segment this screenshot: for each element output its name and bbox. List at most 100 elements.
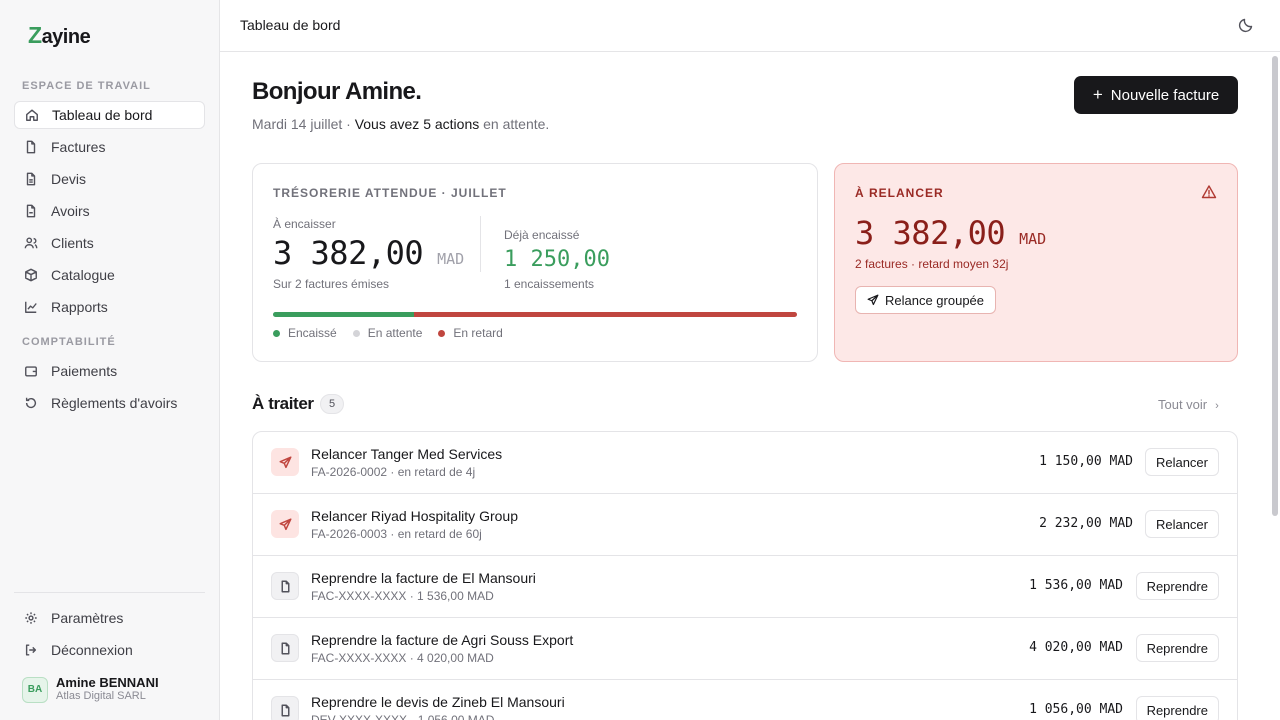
legend-item-encaisse: Encaissé [273,326,337,340]
to-collect-value: 3 382,00 [273,234,424,272]
app-logo[interactable]: Zayine [28,22,91,49]
progress-paid [273,312,415,317]
send-icon [271,510,299,538]
user-name: Amine BENNANI [56,675,159,690]
sidebar-item-label: Paiements [51,363,118,379]
row-amount: 2 232,00 MAD [1039,516,1133,531]
file-minus-icon [23,203,39,219]
logo-text: ayine [41,26,91,48]
to-collect-sub: Sur 2 factures émises [273,277,390,291]
row-title: Reprendre la facture de El Mansouri [311,570,536,586]
logo-mark: Z [28,22,42,48]
row-amount: 1 150,00 MAD [1039,454,1133,469]
sidebar-item-reglements-avoirs[interactable]: Règlements d'avoirs [14,389,205,417]
row-subtitle: FA-2026-0003 · en retard de 60j [311,527,482,541]
sidebar-item-label: Tableau de bord [52,107,153,123]
legend-item-en-retard: En retard [438,326,503,340]
main-content: Bonjour Amine. Mardi 14 juillet · Vous a… [220,52,1280,720]
users-icon [23,235,39,251]
treasury-label: TRÉSORERIE ATTENDUE · JUILLET [273,186,507,200]
row-action-button[interactable]: Reprendre [1135,634,1219,662]
legend-dot [273,329,280,337]
relance-card: À RELANCER 3 382,00 MAD 2 factures · reta… [834,163,1238,362]
file-icon [23,139,39,155]
list-item[interactable]: Reprendre la facture de Agri Souss Expor… [253,618,1237,680]
todo-list: Relancer Tanger Med Services FA-2026-0002… [252,431,1238,720]
new-invoice-button[interactable]: + Nouvelle facture [1074,76,1238,114]
logout-icon [23,642,39,658]
send-icon [271,448,299,476]
row-action-button[interactable]: Reprendre [1135,572,1219,600]
group-relance-button[interactable]: Relance groupée [855,286,997,314]
chevron-right-icon: › [1215,400,1219,412]
legend-label: En retard [453,326,503,340]
sidebar-item-label: Paramètres [51,610,124,626]
row-title: Relancer Riyad Hospitality Group [311,508,518,524]
legend-label: En attente [367,326,423,340]
legend-dot [438,329,446,337]
sidebar-item-label: Déconnexion [51,642,133,658]
group-relance-label: Relance groupée [885,292,985,308]
sidebar-item-factures[interactable]: Factures [14,133,205,161]
scrollbar[interactable] [1272,56,1278,516]
sidebar-item-clients[interactable]: Clients [14,229,205,257]
avatar: BA [22,676,48,703]
currency-label: MAD [437,250,465,268]
plus-icon: + [1092,85,1103,104]
list-item[interactable]: Relancer Riyad Hospitality Group FA-2026-… [253,494,1237,556]
chart-line-icon [23,299,39,315]
to-collect-label: À encaisser [273,217,336,231]
refresh-icon [23,395,39,411]
sidebar-item-parametres[interactable]: Paramètres [14,604,205,632]
relance-amount: 3 382,00 MAD [855,214,1046,252]
progress-late [414,312,797,317]
legend-dot [352,329,360,337]
row-title: Relancer Tanger Med Services [311,446,503,462]
sidebar-item-deconnexion[interactable]: Déconnexion [14,636,205,664]
list-item[interactable]: Reprendre le devis de Zineb El Mansouri D… [253,680,1237,720]
see-all-label: Tout voir [1158,397,1208,412]
send-icon [867,294,879,306]
user-profile[interactable]: BA Amine BENNANI Atlas Digital SARL [22,676,159,703]
sidebar-divider [14,592,205,593]
list-item[interactable]: Reprendre la facture de El Mansouri FAC-X… [253,556,1237,618]
row-action-button[interactable]: Relancer [1144,510,1219,538]
sidebar-item-label: Rapports [51,299,108,315]
user-org: Atlas Digital SARL [56,690,146,702]
row-title: Reprendre le devis de Zineb El Mansouri [311,694,565,710]
see-all-link[interactable]: Tout voir › [1158,397,1219,412]
list-item[interactable]: Relancer Tanger Med Services FA-2026-0002… [253,432,1237,494]
row-subtitle: DEV-XXXX-XXXX · 1 056,00 MAD [311,713,495,720]
sidebar-item-dashboard[interactable]: Tableau de bord [14,101,205,129]
row-action-button[interactable]: Reprendre [1135,696,1219,720]
sidebar-item-paiements[interactable]: Paiements [14,357,205,385]
topbar: Tableau de bord [220,0,1280,52]
actions-count: Vous avez 5 actions [354,116,480,132]
file-icon [271,572,299,600]
relance-label: À RELANCER [855,186,944,200]
sidebar-item-label: Catalogue [51,267,115,283]
treasury-card: TRÉSORERIE ATTENDUE · JUILLET À encaisse… [252,163,818,362]
sidebar-item-label: Avoirs [51,203,90,219]
file-text-icon [23,171,39,187]
card-divider [480,216,481,272]
greeting-subline: Mardi 14 juillet · Vous avez 5 actions e… [252,116,549,132]
row-subtitle: FAC-XXXX-XXXX · 4 020,00 MAD [311,651,494,665]
row-amount: 1 536,00 MAD [1029,578,1123,593]
moon-icon[interactable] [1238,17,1254,33]
sidebar-item-rapports[interactable]: Rapports [14,293,205,321]
wallet-icon [23,363,39,379]
currency-label: MAD [1019,230,1047,248]
row-amount: 1 056,00 MAD [1029,702,1123,717]
actions-rest: en attente. [479,116,550,132]
gear-icon [23,610,39,626]
sidebar-item-devis[interactable]: Devis [14,165,205,193]
sidebar-item-avoirs[interactable]: Avoirs [14,197,205,225]
sidebar-item-catalogue[interactable]: Catalogue [14,261,205,289]
section-label-accounting: COMPTABILITÉ [22,336,116,348]
sidebar-item-label: Devis [51,171,87,187]
file-icon [271,634,299,662]
row-action-button[interactable]: Relancer [1144,448,1219,476]
treasury-legend: Encaissé En attente En retard [273,326,519,340]
sidebar: Zayine ESPACE DE TRAVAIL Tableau de bord… [0,0,220,720]
